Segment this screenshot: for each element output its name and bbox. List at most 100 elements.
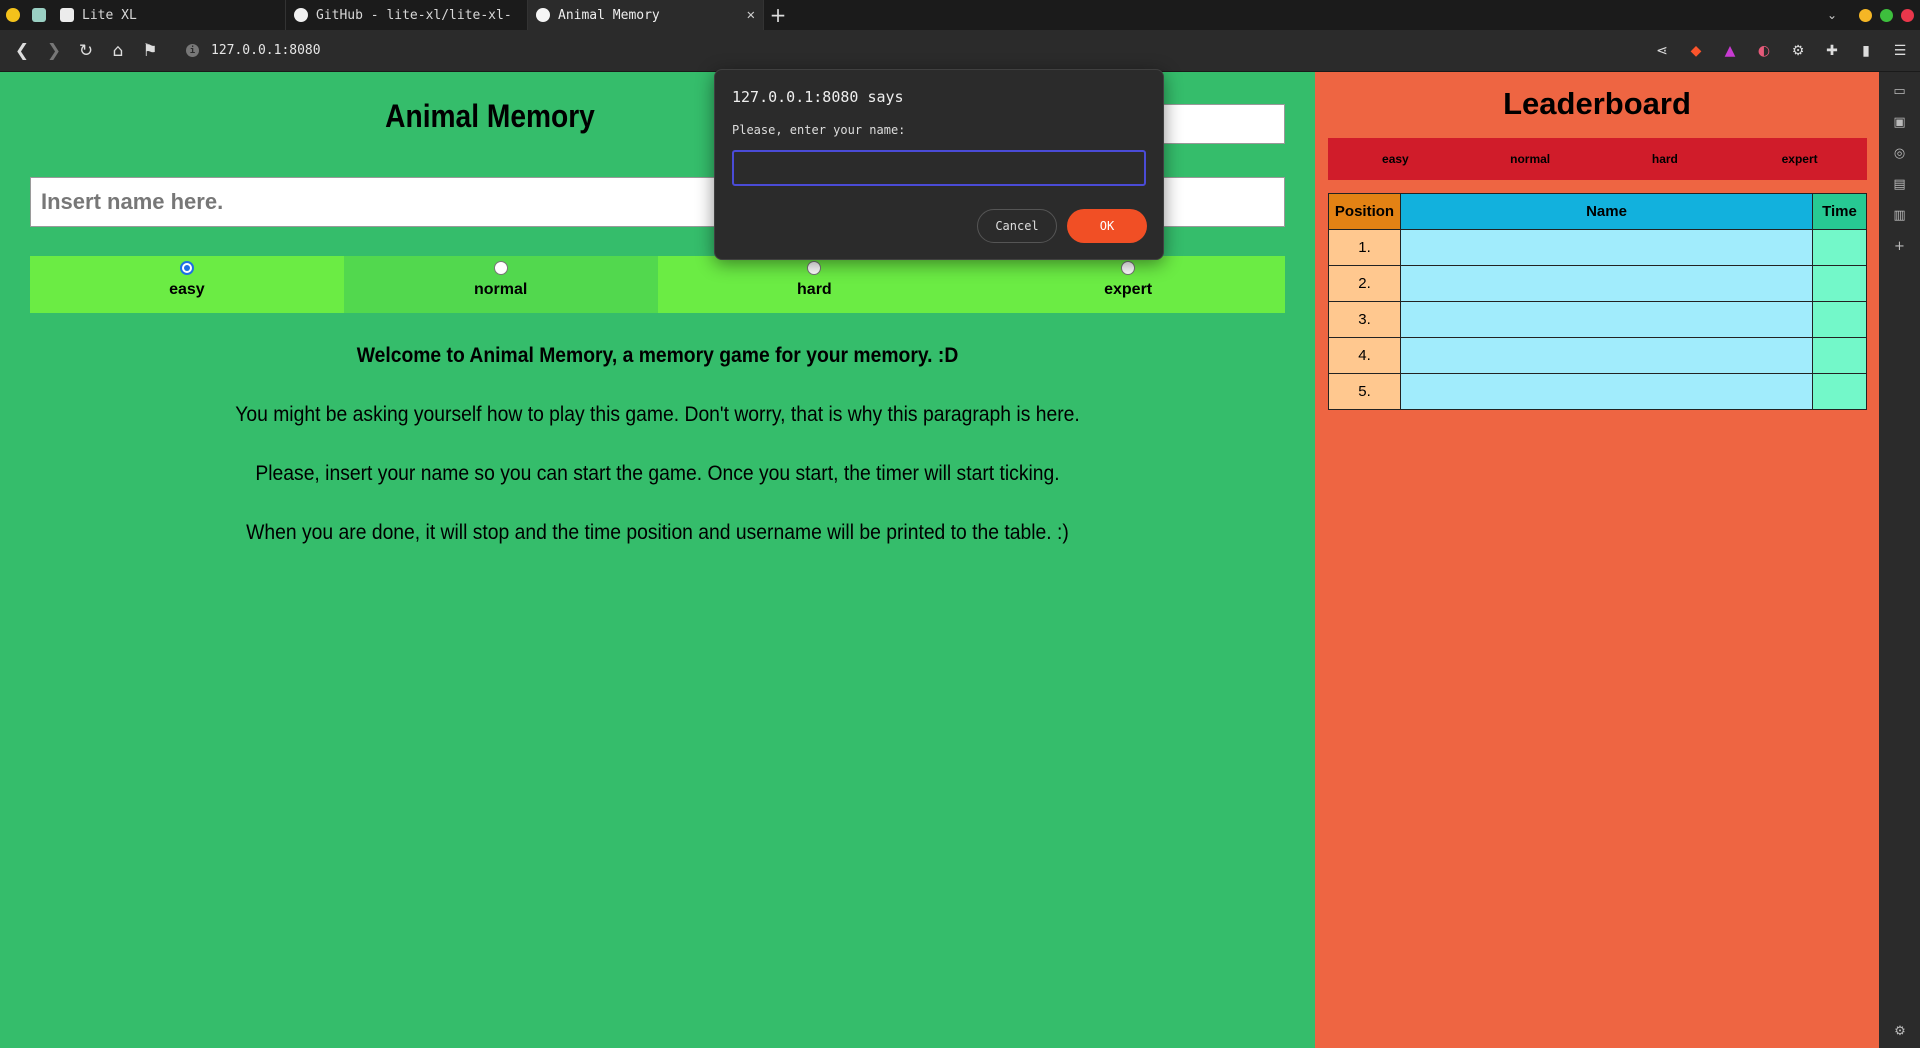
dialog-title: 127.0.0.1:8080 says — [732, 88, 904, 106]
cancel-button[interactable]: Cancel — [977, 209, 1057, 243]
close-tab-icon[interactable]: ✕ — [747, 7, 755, 23]
browser-side-panel: ▭ ▣ ◎ ▤ ▥ + ⚙ — [1879, 72, 1920, 1048]
home-button[interactable]: ⌂ — [102, 35, 134, 67]
difficulty-label: easy — [169, 281, 205, 298]
leaderboard-panel: Leaderboard easy normal hard expert Posi… — [1315, 72, 1879, 1048]
share-icon[interactable]: ⋖ — [1652, 41, 1672, 61]
video-call-icon[interactable]: ▭ — [1891, 82, 1909, 100]
difficulty-hard[interactable]: hard — [657, 256, 972, 313]
forward-button[interactable]: ❯ — [38, 35, 70, 67]
difficulty-label: hard — [797, 281, 832, 298]
difficulty-easy[interactable]: easy — [30, 256, 344, 313]
window-controls: ⌄ — [1827, 0, 1914, 30]
maximize-button[interactable] — [1880, 8, 1893, 22]
chatgpt-favicon-icon — [32, 8, 46, 22]
table-row: 2. — [1328, 265, 1867, 302]
address-toolbar: ❮ ❯ ↻ ⌂ ⚑ i 127.0.0.1:8080 ⋖ ◆ ▲ ◐ ⚙ ✚ ▮… — [0, 30, 1920, 72]
leaderboard-tab-expert[interactable]: expert — [1732, 138, 1867, 180]
menu-icon[interactable]: ☰ — [1890, 41, 1910, 61]
cell-position: 5. — [1328, 373, 1401, 410]
tab-label: GitHub - lite-xl/lite-xl- — [316, 7, 512, 23]
cell-name — [1400, 301, 1813, 338]
table-row: 4. — [1328, 337, 1867, 374]
tab-label: Animal Memory — [558, 7, 660, 23]
back-button[interactable]: ❮ — [6, 35, 38, 67]
difficulty-selector: easy normal hard expert — [30, 256, 1285, 313]
cell-time — [1812, 337, 1867, 374]
cell-position: 4. — [1328, 337, 1401, 374]
radio-button[interactable] — [807, 261, 822, 275]
welcome-heading: Welcome to Animal Memory, a memory game … — [356, 344, 959, 367]
table-header-row: Position Name Time — [1328, 193, 1867, 230]
instruction-paragraph: When you are done, it will stop and the … — [246, 521, 1069, 544]
pinned-tab-emoji[interactable] — [0, 0, 26, 30]
tab-lite-xl[interactable]: Lite XL — [52, 0, 286, 30]
wallet-icon[interactable]: ▣ — [1891, 113, 1909, 131]
tab-github[interactable]: GitHub - lite-xl/lite-xl- — [286, 0, 528, 30]
new-tab-button[interactable]: + — [764, 0, 792, 30]
cell-name — [1400, 229, 1813, 266]
brave-shield-icon[interactable]: ◆ — [1686, 41, 1706, 61]
cell-name — [1400, 337, 1813, 374]
prompt-dialog: 127.0.0.1:8080 says Please, enter your n… — [714, 69, 1164, 260]
tab-animal-memory[interactable]: Animal Memory ✕ — [528, 0, 764, 30]
cell-position: 1. — [1328, 229, 1401, 266]
dialog-buttons: Cancel OK — [977, 209, 1147, 243]
difficulty-label: expert — [1104, 281, 1153, 298]
check-favicon-icon — [536, 8, 550, 22]
instruction-paragraph: Please, insert your name so you can star… — [255, 462, 1060, 485]
cell-time — [1812, 229, 1867, 266]
cell-time — [1812, 265, 1867, 302]
url-text: 127.0.0.1:8080 — [211, 43, 321, 58]
difficulty-expert[interactable]: expert — [971, 256, 1285, 313]
site-info-icon[interactable]: i — [186, 44, 199, 57]
cell-name — [1400, 373, 1813, 410]
instruction-paragraph: You might be asking yourself how to play… — [235, 403, 1080, 426]
leaderboard-tab-easy[interactable]: easy — [1328, 138, 1463, 180]
chevron-down-icon[interactable]: ⌄ — [1827, 8, 1837, 22]
column-header-name: Name — [1400, 193, 1813, 230]
sidebar-toggle-icon[interactable]: ▮ — [1856, 41, 1876, 61]
timer-field — [1160, 104, 1285, 144]
table-row: 1. — [1328, 229, 1867, 266]
minimize-button[interactable] — [1859, 8, 1872, 22]
emoji-favicon-icon — [6, 8, 20, 22]
chat-icon[interactable]: ◎ — [1891, 144, 1909, 162]
reading-list-icon[interactable]: ▥ — [1891, 206, 1909, 224]
difficulty-label: normal — [473, 281, 528, 298]
column-header-position: Position — [1328, 193, 1401, 230]
dialog-message: Please, enter your name: — [732, 123, 906, 137]
dialog-name-input[interactable] — [732, 150, 1146, 186]
radio-button[interactable] — [1121, 261, 1136, 275]
radio-button[interactable] — [179, 261, 194, 275]
leaderboard-tabs: easy normal hard expert — [1328, 138, 1867, 180]
leaderboard-tab-hard[interactable]: hard — [1598, 138, 1733, 180]
table-row: 5. — [1328, 373, 1867, 410]
cell-time — [1812, 301, 1867, 338]
cell-time — [1812, 373, 1867, 410]
settings-gear-icon[interactable]: ⚙ — [1891, 1022, 1909, 1040]
github-favicon-icon — [294, 8, 308, 22]
leaderboard-tab-normal[interactable]: normal — [1463, 138, 1598, 180]
column-header-time: Time — [1812, 193, 1867, 230]
extensions-puzzle-icon[interactable]: ✚ — [1822, 41, 1842, 61]
leaderboard-title: Leaderboard — [1503, 86, 1691, 121]
close-window-button[interactable] — [1901, 8, 1914, 22]
instructions: Welcome to Animal Memory, a memory game … — [0, 344, 1315, 580]
reload-button[interactable]: ↻ — [70, 35, 102, 67]
extension-icon[interactable]: ◐ — [1754, 41, 1774, 61]
table-row: 3. — [1328, 301, 1867, 338]
gear-icon[interactable]: ⚙ — [1788, 41, 1808, 61]
tab-bar: Lite XL GitHub - lite-xl/lite-xl- Animal… — [0, 0, 1920, 30]
toolbar-actions: ⋖ ◆ ▲ ◐ ⚙ ✚ ▮ ☰ — [1652, 30, 1910, 72]
bookmarks-icon[interactable]: ▤ — [1891, 175, 1909, 193]
bookmark-button[interactable]: ⚑ — [134, 35, 166, 67]
brave-rewards-icon[interactable]: ▲ — [1720, 41, 1740, 61]
cell-position: 3. — [1328, 301, 1401, 338]
ok-button[interactable]: OK — [1067, 209, 1147, 243]
radio-button[interactable] — [493, 261, 508, 275]
pinned-tab-chatgpt[interactable] — [26, 0, 52, 30]
difficulty-normal[interactable]: normal — [343, 256, 658, 313]
address-bar[interactable]: i 127.0.0.1:8080 — [186, 43, 321, 58]
add-panel-icon[interactable]: + — [1891, 237, 1909, 255]
